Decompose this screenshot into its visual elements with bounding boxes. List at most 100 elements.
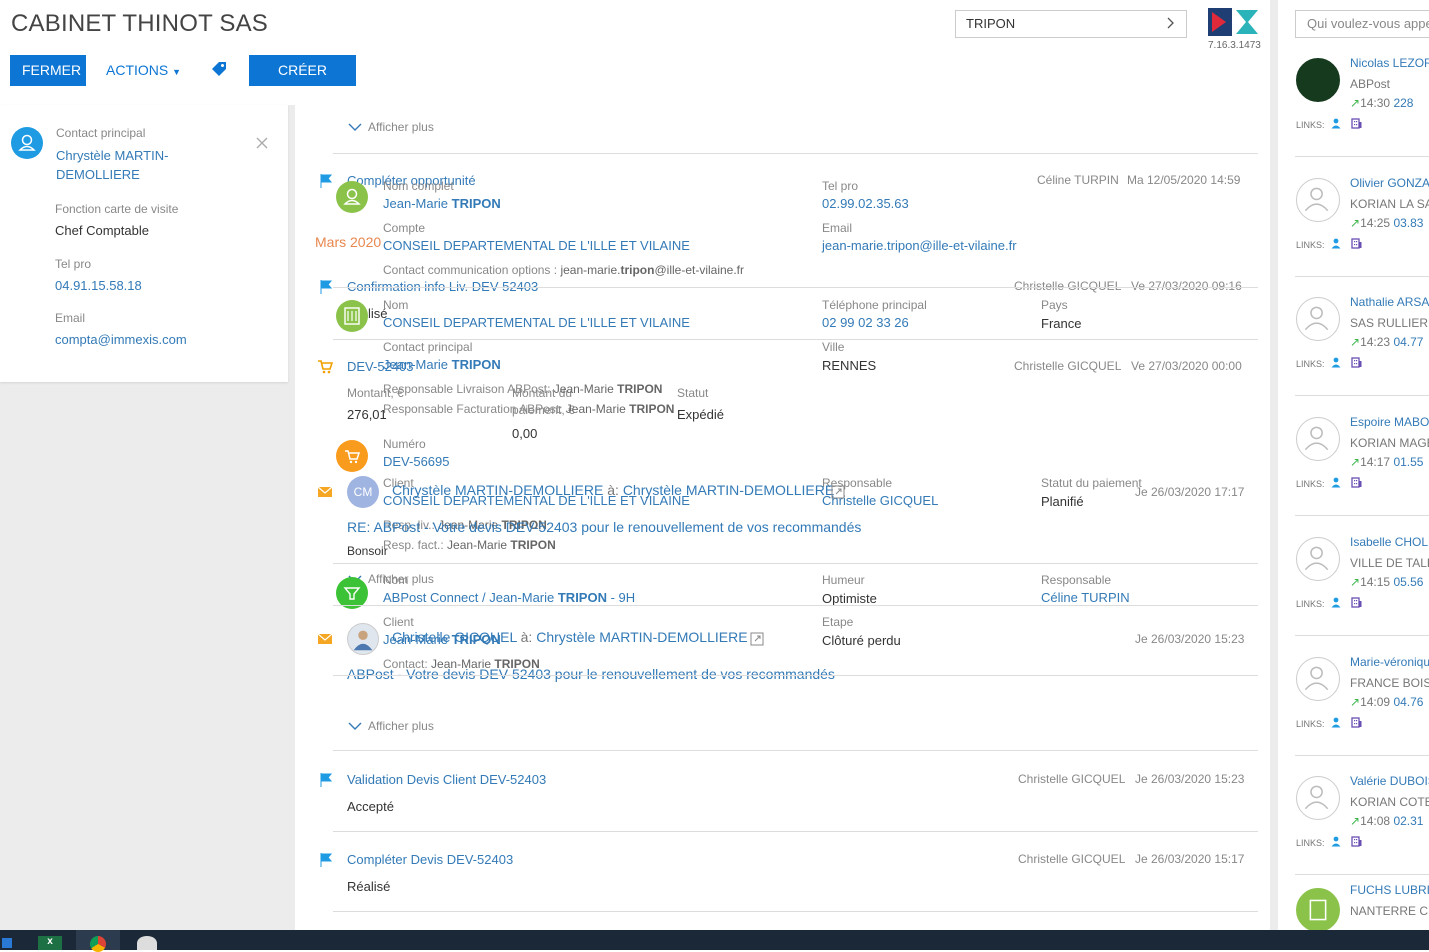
responsable-link[interactable]: Céline TURPIN [1041, 590, 1130, 605]
divider [1295, 635, 1429, 636]
email-label: Email [55, 311, 86, 325]
links-label: LINKS: [1296, 120, 1325, 130]
call-number[interactable]: 02.31 [1393, 814, 1423, 828]
fermer-button[interactable]: FERMER [10, 55, 86, 86]
statut-paiement-value: Planifié [1041, 494, 1084, 509]
open-external-icon[interactable] [831, 485, 845, 499]
call-number[interactable]: 04.76 [1393, 695, 1423, 709]
contact-card: Contact principal Chrystèle MARTIN- DEMO… [0, 105, 288, 382]
ville-value: RENNES [822, 358, 877, 373]
nom-complet-label: Nom complet [383, 179, 454, 193]
compte-link[interactable]: CONSEIL DEPARTEMENTAL DE L'ILLE ET VILAI… [383, 238, 690, 253]
month-separator: Mars 2020 [315, 234, 382, 250]
divider [333, 831, 1258, 832]
caller-name[interactable]: Isabelle CHOLLET [1350, 535, 1429, 549]
contact-name-line2[interactable]: DEMOLLIERE [56, 167, 140, 182]
actions-dropdown-button[interactable]: ACTIONS ▼ [96, 55, 191, 86]
phone-app-icon[interactable] [137, 936, 157, 950]
creer-devis-button[interactable]: CRÉER DEVIS [249, 55, 356, 109]
activity-author: Christelle GICQUEL [1018, 852, 1126, 866]
call-number[interactable]: 01.55 [1393, 455, 1423, 469]
contact-link-icon[interactable] [1331, 118, 1341, 129]
resp-facturation: Responsable Facturation ABPost: Jean-Mar… [383, 402, 675, 416]
opportunity-name-link[interactable]: ABPost Connect / Jean-Marie TRIPON - 9H [383, 590, 635, 605]
email-subject[interactable]: ABPost - Votre devis DEV-52403 pour le r… [347, 666, 835, 682]
email-participants[interactable]: Christelle GICQUEL à: Chrystèle MARTIN-D… [392, 629, 748, 645]
responsable-label: Responsable [1041, 573, 1112, 587]
contact-link-icon[interactable] [1331, 836, 1341, 847]
account-link-icon[interactable] [1351, 357, 1362, 368]
account-link-icon[interactable] [1351, 118, 1362, 129]
open-external-icon[interactable] [750, 632, 764, 646]
user-icon [1304, 187, 1329, 212]
avatar [1296, 178, 1340, 222]
caller-name[interactable]: Valérie DUBOIS [1350, 774, 1429, 788]
outgoing-call-icon: ↗ [1350, 695, 1361, 709]
account-link-icon[interactable] [1351, 477, 1362, 488]
account-link-icon[interactable] [1351, 836, 1362, 847]
windows-start-icon[interactable] [2, 938, 12, 948]
caller-name[interactable]: Olivier GONZALEZ [1350, 176, 1429, 190]
afficher-plus-link[interactable]: Afficher plus [368, 719, 434, 733]
tel-pro-link[interactable]: 02.99.02.35.63 [822, 196, 909, 211]
etape-label: Etape [822, 615, 854, 629]
call-search-input[interactable]: Qui voulez-vous appeler ? [1295, 10, 1429, 38]
comm-options: Contact communication options : jean-mar… [383, 263, 745, 277]
links-label: LINKS: [1296, 838, 1325, 848]
call-time-value: 14:08 [1360, 814, 1391, 828]
email-subject[interactable]: RE: ABPost - Votre devis DEV-52403 pour … [347, 519, 861, 535]
contact-name-line1[interactable]: Chrystèle MARTIN- [56, 148, 168, 163]
chevron-down-icon[interactable] [347, 718, 363, 734]
tel-link[interactable]: 04.91.15.58.18 [55, 278, 142, 293]
call-number[interactable]: 05.56 [1393, 575, 1423, 589]
activity-title[interactable]: DEV-52403 [347, 359, 414, 374]
caller-name[interactable]: Nathalie ARSAC [1350, 295, 1429, 309]
numero-link[interactable]: DEV-56695 [383, 454, 450, 469]
email-link[interactable]: compta@immexis.com [55, 332, 187, 347]
user-icon [18, 134, 36, 151]
contact-principal-label: Contact principal [56, 126, 146, 140]
divider [333, 287, 1258, 288]
tel-principal-link[interactable]: 02 99 02 33 26 [822, 315, 909, 330]
caller-name[interactable]: Marie-véronique [1350, 655, 1429, 669]
chrome-taskbar-item[interactable] [76, 930, 120, 952]
activity-title[interactable]: Compléter Devis DEV-52403 [347, 852, 513, 867]
excel-icon[interactable]: x [38, 936, 62, 950]
call-number[interactable]: 228 [1393, 96, 1413, 110]
activity-date: Je 26/03/2020 15:23 [1135, 772, 1245, 786]
call-number[interactable]: 03.83 [1393, 216, 1423, 230]
email-link[interactable]: jean-marie.tripon@ille-et-vilaine.fr [822, 238, 1017, 253]
contact-link-icon[interactable] [1331, 477, 1341, 488]
contact-link-icon[interactable] [1331, 597, 1341, 608]
account-link-icon[interactable] [1351, 597, 1362, 608]
close-icon[interactable] [255, 136, 269, 150]
activity-title[interactable]: Validation Devis Client DEV-52403 [347, 772, 546, 787]
account-name-link[interactable]: CONSEIL DEPARTEMENTAL DE L'ILLE ET VILAI… [383, 315, 690, 330]
caller-name[interactable]: FUCHS LUBRIFIANT [1350, 883, 1429, 897]
etape-value: Clôturé perdu [822, 633, 901, 648]
user-icon [1304, 785, 1329, 810]
chevron-right-icon[interactable] [1164, 17, 1176, 29]
outgoing-call-icon: ↗ [1350, 575, 1361, 589]
nom-complet-link[interactable]: Jean-Marie TRIPON [383, 196, 501, 211]
actions-label: ACTIONS [106, 62, 169, 78]
call-time-value: 14:17 [1360, 455, 1391, 469]
caller-company: KORIAN MAGENTA [1350, 436, 1429, 450]
caller-name[interactable]: Espoire MABOUNDA [1350, 415, 1429, 429]
humeur-label: Humeur [822, 573, 865, 587]
tag-icon[interactable] [210, 60, 228, 78]
contact-link-icon[interactable] [1331, 717, 1341, 728]
afficher-plus-link[interactable]: Afficher plus [368, 120, 434, 134]
contact-link-icon[interactable] [1331, 238, 1341, 249]
company-avatar [1296, 888, 1340, 932]
divider [1295, 515, 1429, 516]
call-number[interactable]: 04.77 [1393, 335, 1423, 349]
caller-name[interactable]: Nicolas LEZORAY [1350, 56, 1429, 70]
chevron-down-icon[interactable] [347, 119, 363, 135]
account-link-icon[interactable] [1351, 238, 1362, 249]
account-link-icon[interactable] [1351, 717, 1362, 728]
flag-icon [320, 174, 333, 188]
contact-link-icon[interactable] [1331, 357, 1341, 368]
global-search-input[interactable]: TRIPON [955, 10, 1187, 38]
email-participants[interactable]: Chrystèle MARTIN-DEMOLLIERE à: Chrystèle… [392, 482, 834, 498]
